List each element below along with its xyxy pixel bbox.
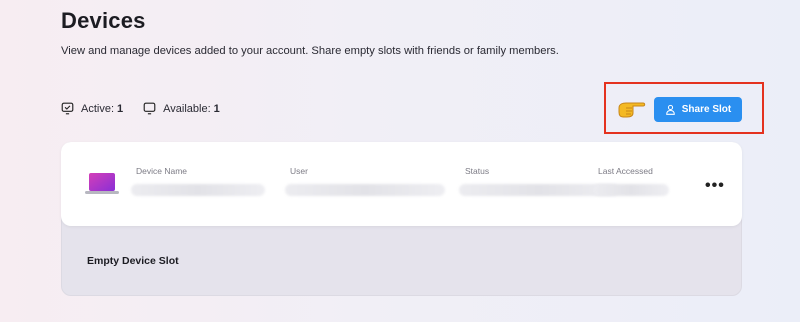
- empty-device-slot-label: Empty Device Slot: [87, 255, 179, 267]
- monitor-check-icon: [61, 102, 74, 115]
- active-count: 1: [117, 102, 124, 115]
- available-label: Available:: [163, 102, 211, 115]
- active-label: Active:: [81, 102, 115, 115]
- user-icon: [665, 104, 675, 115]
- page-subtitle: View and manage devices added to your ac…: [61, 45, 559, 57]
- active-stat: Active: 1: [61, 102, 123, 115]
- device-name-redacted: [131, 184, 265, 196]
- available-stat: Available: 1: [143, 102, 220, 115]
- column-status: Status: [465, 166, 490, 176]
- column-user: User: [290, 166, 308, 176]
- available-count: 1: [213, 102, 220, 115]
- more-options-icon[interactable]: •••: [705, 177, 725, 195]
- last-accessed-redacted: [593, 184, 669, 196]
- device-row[interactable]: Device Name User Status Last Accessed ••…: [61, 142, 742, 226]
- device-stats: Active: 1 Available: 1: [61, 102, 240, 115]
- user-redacted: [285, 184, 445, 196]
- page-title: Devices: [61, 8, 146, 33]
- column-last-accessed: Last Accessed: [598, 166, 653, 176]
- column-device-name: Device Name: [136, 166, 188, 176]
- share-slot-label: Share Slot: [681, 104, 732, 115]
- laptop-icon: [85, 173, 119, 194]
- share-slot-button[interactable]: Share Slot: [654, 97, 742, 122]
- pointing-hand-icon: [617, 99, 647, 124]
- monitor-icon: [143, 102, 156, 115]
